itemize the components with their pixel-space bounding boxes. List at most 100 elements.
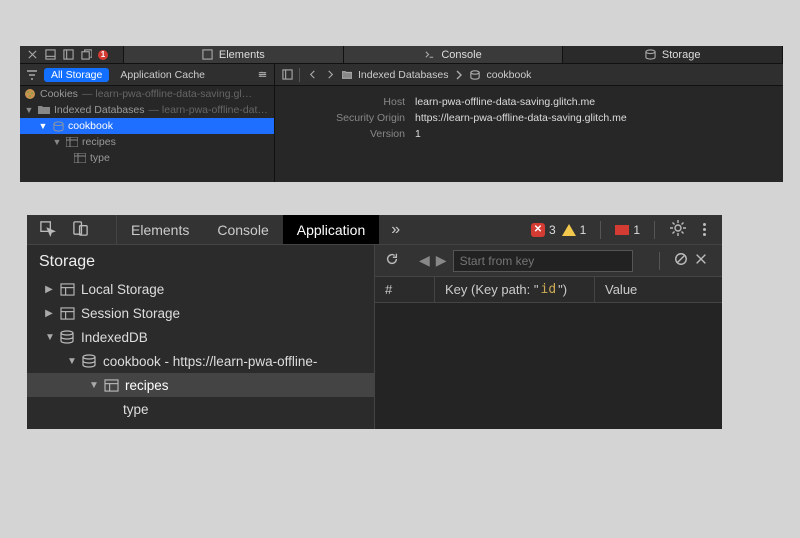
breadcrumb-item-1[interactable]: Indexed Databases: [358, 69, 448, 81]
disclosure-triangle-icon[interactable]: ▶: [45, 284, 53, 295]
tabs-overflow-icon[interactable]: »: [379, 215, 412, 244]
start-key-input[interactable]: [453, 250, 633, 272]
filter-all-storage[interactable]: All Storage: [44, 68, 109, 82]
errors-badge[interactable]: ✕3: [531, 223, 556, 237]
issues-badge[interactable]: 1: [615, 223, 640, 237]
gear-icon[interactable]: [669, 219, 687, 240]
detail-host-value: learn-pwa-offline-data-saving.glitch.me: [415, 96, 595, 108]
sidebar-item-store-recipes[interactable]: ▼ recipes: [27, 373, 374, 397]
tree-idb-host: — learn-pwa-offline-dat…: [148, 104, 267, 116]
table-icon: [103, 377, 119, 393]
sidebar-item-indexeddb[interactable]: ▼ IndexedDB: [27, 325, 374, 349]
nav-back-icon[interactable]: [306, 69, 318, 81]
tree-store-label: recipes: [82, 136, 116, 148]
storage-icon: [59, 281, 75, 297]
column-key[interactable]: Key (Key path: "id"): [435, 277, 595, 302]
sidebar-toggle-icon[interactable]: [281, 69, 293, 81]
database-icon: [59, 329, 75, 345]
clear-icon[interactable]: [674, 252, 688, 269]
tab-elements[interactable]: Elements: [117, 215, 203, 244]
inspect-icon[interactable]: [39, 220, 56, 240]
tab-console-label: Console: [441, 49, 481, 61]
device-icon[interactable]: [72, 220, 89, 240]
chrome-action-bar: ◀ ▶: [375, 245, 722, 277]
folder-icon: [38, 104, 50, 116]
tab-storage[interactable]: Storage: [563, 46, 783, 63]
database-icon: [470, 70, 480, 80]
sidebar-item-local-storage[interactable]: ▶ Local Storage: [27, 277, 374, 301]
safari-toolbar: All Storage Application Cache Indexed Da…: [20, 64, 783, 86]
dock-icon[interactable]: [44, 49, 56, 61]
tree-cookies[interactable]: Cookies — learn-pwa-offline-data-saving.…: [20, 86, 274, 102]
tab-application-label: Application: [297, 222, 366, 238]
database-icon: [52, 120, 64, 132]
chrome-tab-bar: Elements Console Application » ✕3 1 1: [27, 215, 722, 245]
tree-db-label: cookbook: [68, 120, 113, 132]
warnings-count: 1: [580, 223, 587, 237]
refresh-icon[interactable]: [385, 252, 399, 269]
tab-console[interactable]: Console: [344, 46, 564, 63]
cookie-icon: [24, 88, 36, 100]
tab-elements-label: Elements: [219, 49, 265, 61]
column-key-pre: Key (Key path: ": [445, 282, 539, 297]
tree-store-recipes[interactable]: ▼ recipes: [20, 134, 274, 150]
breadcrumb-item-2[interactable]: cookbook: [486, 69, 531, 81]
disclosure-triangle-icon[interactable]: ▼: [52, 137, 62, 147]
tree-cookies-label: Cookies: [40, 88, 78, 100]
prev-page-icon[interactable]: ◀: [419, 252, 430, 269]
divider: [600, 221, 601, 239]
tab-console-label: Console: [217, 222, 268, 238]
nav-forward-icon[interactable]: [324, 69, 336, 81]
close-icon[interactable]: [26, 49, 38, 61]
folder-icon: [342, 70, 352, 80]
delete-icon[interactable]: [694, 252, 708, 269]
warnings-badge[interactable]: 1: [562, 223, 587, 237]
tree-database-cookbook[interactable]: ▼ cookbook: [20, 118, 274, 134]
popout-icon[interactable]: [80, 49, 92, 61]
tree-index-label: type: [90, 152, 110, 164]
sidebar-heading-storage: Storage: [27, 253, 374, 277]
divider: [654, 221, 655, 239]
safari-filter-bar: All Storage Application Cache: [20, 64, 275, 85]
disclosure-triangle-icon[interactable]: ▼: [38, 121, 48, 131]
error-badge[interactable]: 1: [98, 50, 108, 60]
tab-console[interactable]: Console: [203, 215, 282, 244]
tree-index-type[interactable]: type: [20, 150, 274, 166]
tab-application[interactable]: Application: [283, 215, 380, 244]
column-index[interactable]: #: [375, 277, 435, 302]
sidebar-item-db-cookbook[interactable]: ▼ cookbook - https://learn-pwa-offline-: [27, 349, 374, 373]
column-key-id: id: [541, 282, 557, 297]
sidebar-db-label: cookbook - https://learn-pwa-offline-: [103, 354, 317, 369]
column-index-label: #: [385, 282, 392, 297]
chrome-status-badges: ✕3 1 1: [531, 215, 722, 244]
sidebar-item-index-type[interactable]: type: [27, 397, 374, 421]
dock-side-icon[interactable]: [62, 49, 74, 61]
more-menu-icon[interactable]: [693, 223, 716, 236]
sidebar-item-session-storage[interactable]: ▶ Session Storage: [27, 301, 374, 325]
tab-elements[interactable]: Elements: [124, 46, 344, 63]
error-count: 1: [101, 50, 105, 59]
chrome-body: Storage ▶ Local Storage ▶ Session Storag…: [27, 245, 722, 429]
tab-storage-label: Storage: [662, 49, 701, 61]
table-headers: # Key (Key path: "id") Value: [375, 277, 722, 303]
settings-icon[interactable]: [256, 69, 268, 81]
column-value[interactable]: Value: [595, 277, 722, 302]
detail-origin-key: Security Origin: [275, 112, 405, 124]
tab-elements-label: Elements: [131, 222, 189, 238]
disclosure-triangle-icon[interactable]: ▼: [45, 332, 53, 343]
filter-app-cache[interactable]: Application Cache: [113, 68, 212, 82]
disclosure-triangle-icon[interactable]: ▼: [89, 380, 97, 391]
filter-icon[interactable]: [26, 69, 40, 81]
next-page-icon[interactable]: ▶: [436, 252, 447, 269]
disclosure-triangle-icon[interactable]: ▼: [24, 105, 34, 115]
column-value-label: Value: [605, 282, 637, 297]
safari-detail-pane: Host learn-pwa-offline-data-saving.glitc…: [275, 86, 783, 182]
disclosure-triangle-icon[interactable]: ▶: [45, 308, 53, 319]
breadcrumb: Indexed Databases cookbook: [342, 69, 531, 81]
sidebar-idb-label: IndexedDB: [81, 330, 148, 345]
tree-cookies-host: — learn-pwa-offline-data-saving.gl…: [82, 88, 252, 100]
issues-icon: [615, 225, 629, 235]
disclosure-triangle-icon[interactable]: ▼: [67, 356, 75, 367]
sidebar-session-label: Session Storage: [81, 306, 180, 321]
tree-indexed-databases[interactable]: ▼ Indexed Databases — learn-pwa-offline-…: [20, 102, 274, 118]
